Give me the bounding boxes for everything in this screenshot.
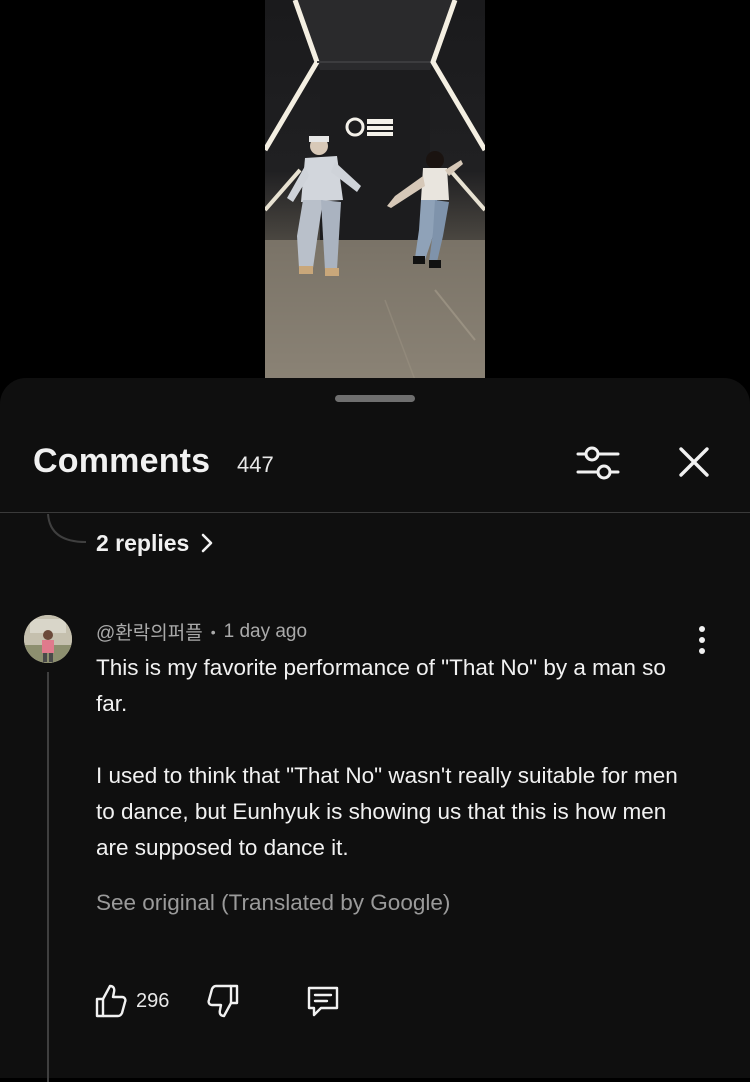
comments-title: Comments — [33, 442, 211, 480]
meta-separator: • — [210, 623, 216, 640]
thumbs-up-icon — [95, 984, 127, 1018]
like-count: 296 — [136, 989, 170, 1012]
comment-author[interactable]: @환락의퍼플 — [96, 618, 203, 645]
comments-header: Comments 447 — [0, 424, 750, 513]
more-vertical-icon — [699, 626, 705, 654]
comment-meta: @환락의퍼플 • 1 day ago — [96, 618, 307, 645]
comments-sheet: Comments 447 2 replies @환락의퍼플 • 1 day ag… — [0, 378, 750, 1082]
filter-button[interactable] — [574, 442, 622, 484]
video-player[interactable] — [0, 0, 750, 380]
close-button[interactable] — [672, 440, 716, 484]
comment-text: This is my favorite performance of "That… — [96, 650, 686, 866]
dislike-button[interactable] — [206, 983, 240, 1024]
thread-line — [47, 672, 49, 1082]
drag-handle[interactable] — [335, 395, 415, 402]
chevron-right-icon — [202, 533, 213, 553]
dance-studio-image — [265, 0, 485, 380]
see-original-link[interactable]: See original (Translated by Google) — [96, 890, 450, 916]
view-replies-button[interactable]: 2 replies — [96, 528, 215, 558]
comment-paragraph: This is my favorite performance of "That… — [96, 655, 666, 716]
like-button[interactable]: 296 — [94, 983, 169, 1019]
avatar[interactable] — [24, 615, 72, 663]
thread-connector — [47, 514, 87, 543]
reply-comment-icon — [307, 986, 339, 1017]
comment-time: 1 day ago — [223, 620, 308, 642]
reply-button[interactable] — [304, 983, 342, 1024]
close-icon — [679, 447, 709, 477]
comments-count: 447 — [237, 452, 274, 477]
video-thumbnail[interactable] — [265, 0, 485, 380]
sliders-icon — [576, 446, 620, 480]
comment-paragraph: I used to think that "That No" wasn't re… — [96, 763, 678, 860]
replies-label: 2 replies — [96, 529, 190, 556]
more-options-button[interactable] — [690, 624, 714, 656]
avatar-image — [24, 615, 72, 663]
thumbs-down-icon — [207, 984, 239, 1018]
